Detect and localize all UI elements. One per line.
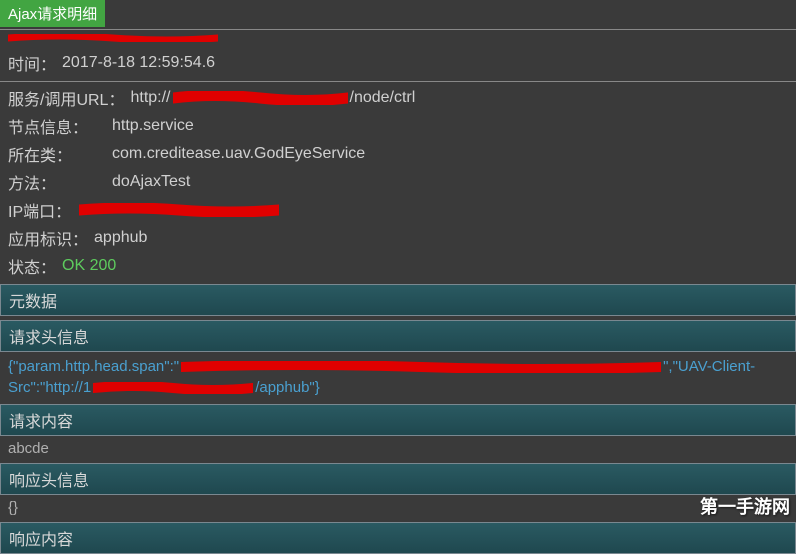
json-text: /apphub"} [255,379,320,396]
app-id-value: apphub [94,229,147,247]
status-label: 状态： [8,254,56,278]
redaction-mark [93,382,253,394]
detail-block: 服务/调用URL： http:// /node/ctrl 节点信息： http.… [0,82,796,284]
section-request-headers[interactable]: 请求头信息 [0,320,796,352]
service-url-label: 服务/调用URL： [8,86,124,110]
class-row: 所在类： com.creditease.uav.GodEyeService [8,140,788,168]
request-headers-content: {"param.http.head.span":"","UAV-Client- … [0,352,796,404]
method-row: 方法： doAjaxTest [8,168,788,196]
class-value: com.creditease.uav.GodEyeService [112,145,365,163]
node-info-value: http.service [112,117,194,135]
ip-port-row: IP端口： [8,196,788,224]
node-info-row: 节点信息： http.service [8,112,788,140]
class-label: 所在类： [8,142,72,166]
panel-title: Ajax请求明细 [0,0,105,27]
time-value: 2017-8-18 12:59:54.6 [62,54,215,72]
redaction-mark [79,203,279,217]
app-id-row: 应用标识： apphub [8,224,788,252]
section-response-body[interactable]: 响应内容 [0,522,796,554]
method-label: 方法： [8,170,56,194]
service-url-prefix: http:// [130,89,170,107]
request-body-content: abcde [0,436,796,463]
ip-port-label: IP端口： [8,198,71,222]
redaction-mark [173,91,348,105]
service-url-suffix: /node/ctrl [350,89,416,107]
time-label: 时间： [8,51,56,75]
status-value: OK 200 [62,257,116,275]
section-metadata[interactable]: 元数据 [0,284,796,316]
section-request-body[interactable]: 请求内容 [0,404,796,436]
redaction-mark [181,361,661,373]
method-value: doAjaxTest [112,173,190,191]
section-response-headers[interactable]: 响应头信息 [0,463,796,495]
response-headers-content: {} [0,495,796,522]
status-row: 状态： OK 200 [8,252,788,280]
time-row: 时间： 2017-8-18 12:59:54.6 [0,47,796,82]
node-info-label: 节点信息： [8,114,88,138]
service-url-row: 服务/调用URL： http:// /node/ctrl [8,84,788,112]
json-text: Src":"http://1 [8,379,91,396]
redaction-mark [8,34,218,42]
json-text: {"param.http.head.span":" [8,358,179,375]
json-text: ","UAV-Client- [663,358,755,375]
app-id-label: 应用标识： [8,226,88,250]
